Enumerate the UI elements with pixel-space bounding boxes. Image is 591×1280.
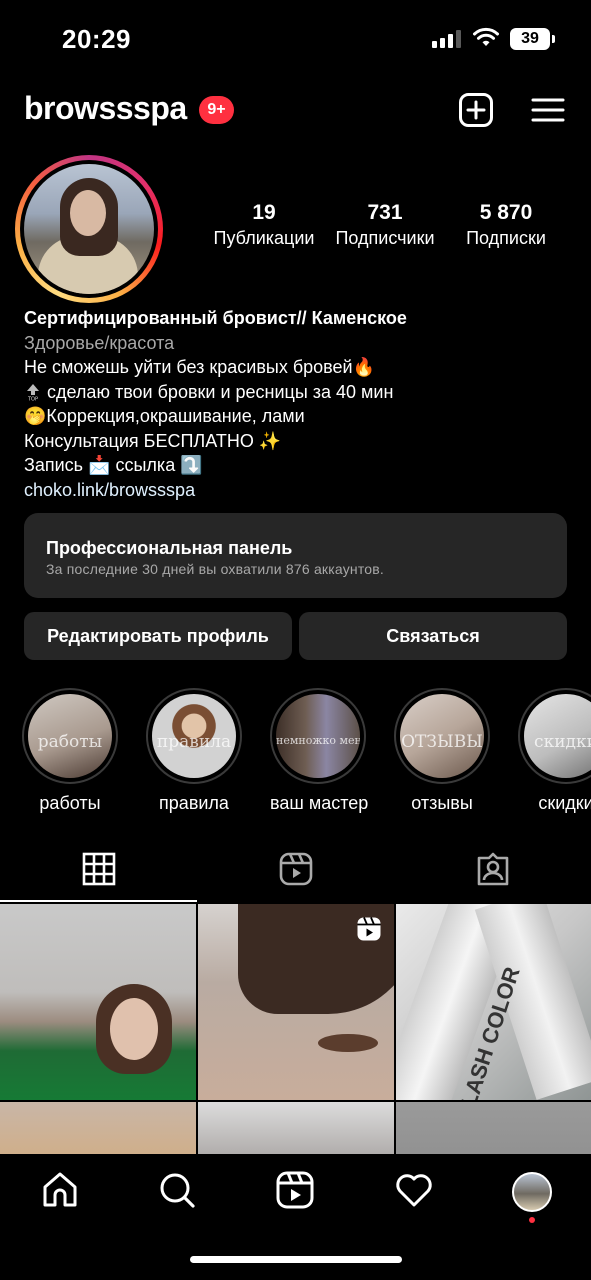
edit-profile-button[interactable]: Редактировать профиль (24, 612, 292, 660)
posts-count-label: Публикации (213, 228, 315, 248)
following-count-value: 5 870 (479, 201, 533, 224)
profile-header: browssspa 9+ (0, 88, 591, 132)
bio-line: Не сможешь уйти без красивых бровей🔥 (24, 357, 376, 377)
tagged-icon (477, 852, 509, 886)
highlight-overlay-text: работы (37, 732, 103, 752)
bio-line: Запись 📩 ссылка ⤵️ (24, 455, 203, 475)
followers-count[interactable]: 731 Подписчики (328, 200, 442, 250)
username-switcher[interactable]: browssspa (24, 90, 187, 127)
nav-home[interactable] (40, 1170, 80, 1210)
following-count-label: Подписки (466, 228, 546, 248)
following-count[interactable]: 5 870 Подписки (458, 200, 554, 250)
nav-reels[interactable] (275, 1170, 315, 1210)
story-highlights: работы работы правила правила немножко м… (0, 688, 591, 818)
nav-activity[interactable] (394, 1170, 434, 1210)
profile-avatar-story-ring[interactable] (15, 155, 163, 303)
svg-text:TOP: TOP (27, 396, 38, 401)
highlight-label: ваш мастер (270, 793, 369, 813)
highlight-rules[interactable]: правила правила (146, 688, 242, 814)
bio-line-top: TOP сделаю твои бровки и ресницы за 40 м… (24, 380, 574, 405)
menu-icon[interactable] (530, 92, 566, 128)
profile-avatar (24, 164, 154, 294)
bio-line: 🤭Коррекция,окрашивание, лами (24, 406, 305, 426)
profile-name: Сертифицированный бровист// Каменское (24, 308, 407, 328)
post-thumbnail[interactable] (198, 1102, 394, 1154)
reel-badge-icon (357, 917, 381, 941)
nav-profile-avatar[interactable] (512, 1172, 552, 1212)
highlight-overlay-text: ОТЗЫВЫ (401, 732, 483, 752)
professional-dashboard[interactable]: Профессиональная панель За последние 30 … (24, 513, 567, 598)
posts-count-value: 19 (252, 201, 276, 224)
post-thumbnail-reel[interactable] (198, 904, 394, 1100)
profile-notification-dot (529, 1217, 535, 1223)
status-bar: 20:29 39 (0, 0, 591, 80)
highlight-overlay-text: правила (156, 732, 232, 752)
contact-button[interactable]: Связаться (299, 612, 567, 660)
top-arrow-icon: TOP (27, 383, 39, 401)
highlight-label: скидки (538, 793, 591, 813)
create-post-icon[interactable] (458, 92, 494, 128)
highlight-reviews[interactable]: ОТЗЫВЫ отзывы (394, 688, 490, 814)
bio-line-text: сделаю твои бровки и ресницы за 40 мин (47, 381, 394, 402)
post-thumbnail[interactable] (396, 1102, 591, 1154)
search-icon (160, 1173, 195, 1208)
highlight-master[interactable]: немножко меня ваш мастер (270, 688, 369, 814)
highlight-label: правила (159, 793, 229, 813)
wifi-icon (473, 27, 499, 46)
nav-search[interactable] (157, 1170, 197, 1210)
home-indicator[interactable] (190, 1256, 402, 1263)
bio-link[interactable]: choko.link/browssspa (24, 478, 574, 503)
highlight-overlay-text: немножко меня (276, 734, 360, 747)
post-thumbnail[interactable] (0, 1102, 196, 1154)
posts-count[interactable]: 19 Публикации (208, 200, 320, 250)
grid-icon (82, 852, 116, 886)
profile-category: Здоровье/красота (24, 332, 175, 353)
highlight-discounts[interactable]: скидки скидки (518, 688, 591, 814)
highlight-overlay-text: скидки (534, 732, 591, 752)
highlight-work[interactable]: работы работы (22, 688, 118, 814)
notifications-badge[interactable]: 9+ (199, 96, 234, 124)
reels-icon (279, 852, 313, 886)
tab-posts-grid[interactable] (0, 848, 197, 904)
highlight-label: работы (39, 793, 101, 813)
pro-panel-subtitle: За последние 30 дней вы охватили 876 акк… (46, 561, 385, 577)
tab-tagged[interactable] (394, 848, 591, 904)
profile-tabs (0, 848, 591, 904)
battery-indicator: 39 (510, 28, 555, 50)
bio-line: Консультация БЕСПЛАТНО ✨ (24, 430, 282, 451)
post-thumbnail[interactable]: LASH COLOR (396, 904, 591, 1100)
home-icon (43, 1172, 77, 1207)
profile-bio: Сертифицированный бровист// Каменское Зд… (24, 306, 574, 502)
followers-count-label: Подписчики (335, 228, 435, 248)
pro-panel-title: Профессиональная панель (46, 538, 293, 558)
heart-icon (396, 1174, 432, 1207)
posts-grid: LASH COLOR (0, 904, 591, 1154)
highlight-label: отзывы (411, 793, 473, 813)
cellular-signal-icon (432, 30, 462, 48)
tab-reels[interactable] (197, 848, 394, 904)
post-thumbnail[interactable] (0, 904, 196, 1100)
reels-icon (276, 1171, 314, 1209)
followers-count-value: 731 (367, 201, 403, 224)
status-time: 20:29 (62, 24, 131, 54)
